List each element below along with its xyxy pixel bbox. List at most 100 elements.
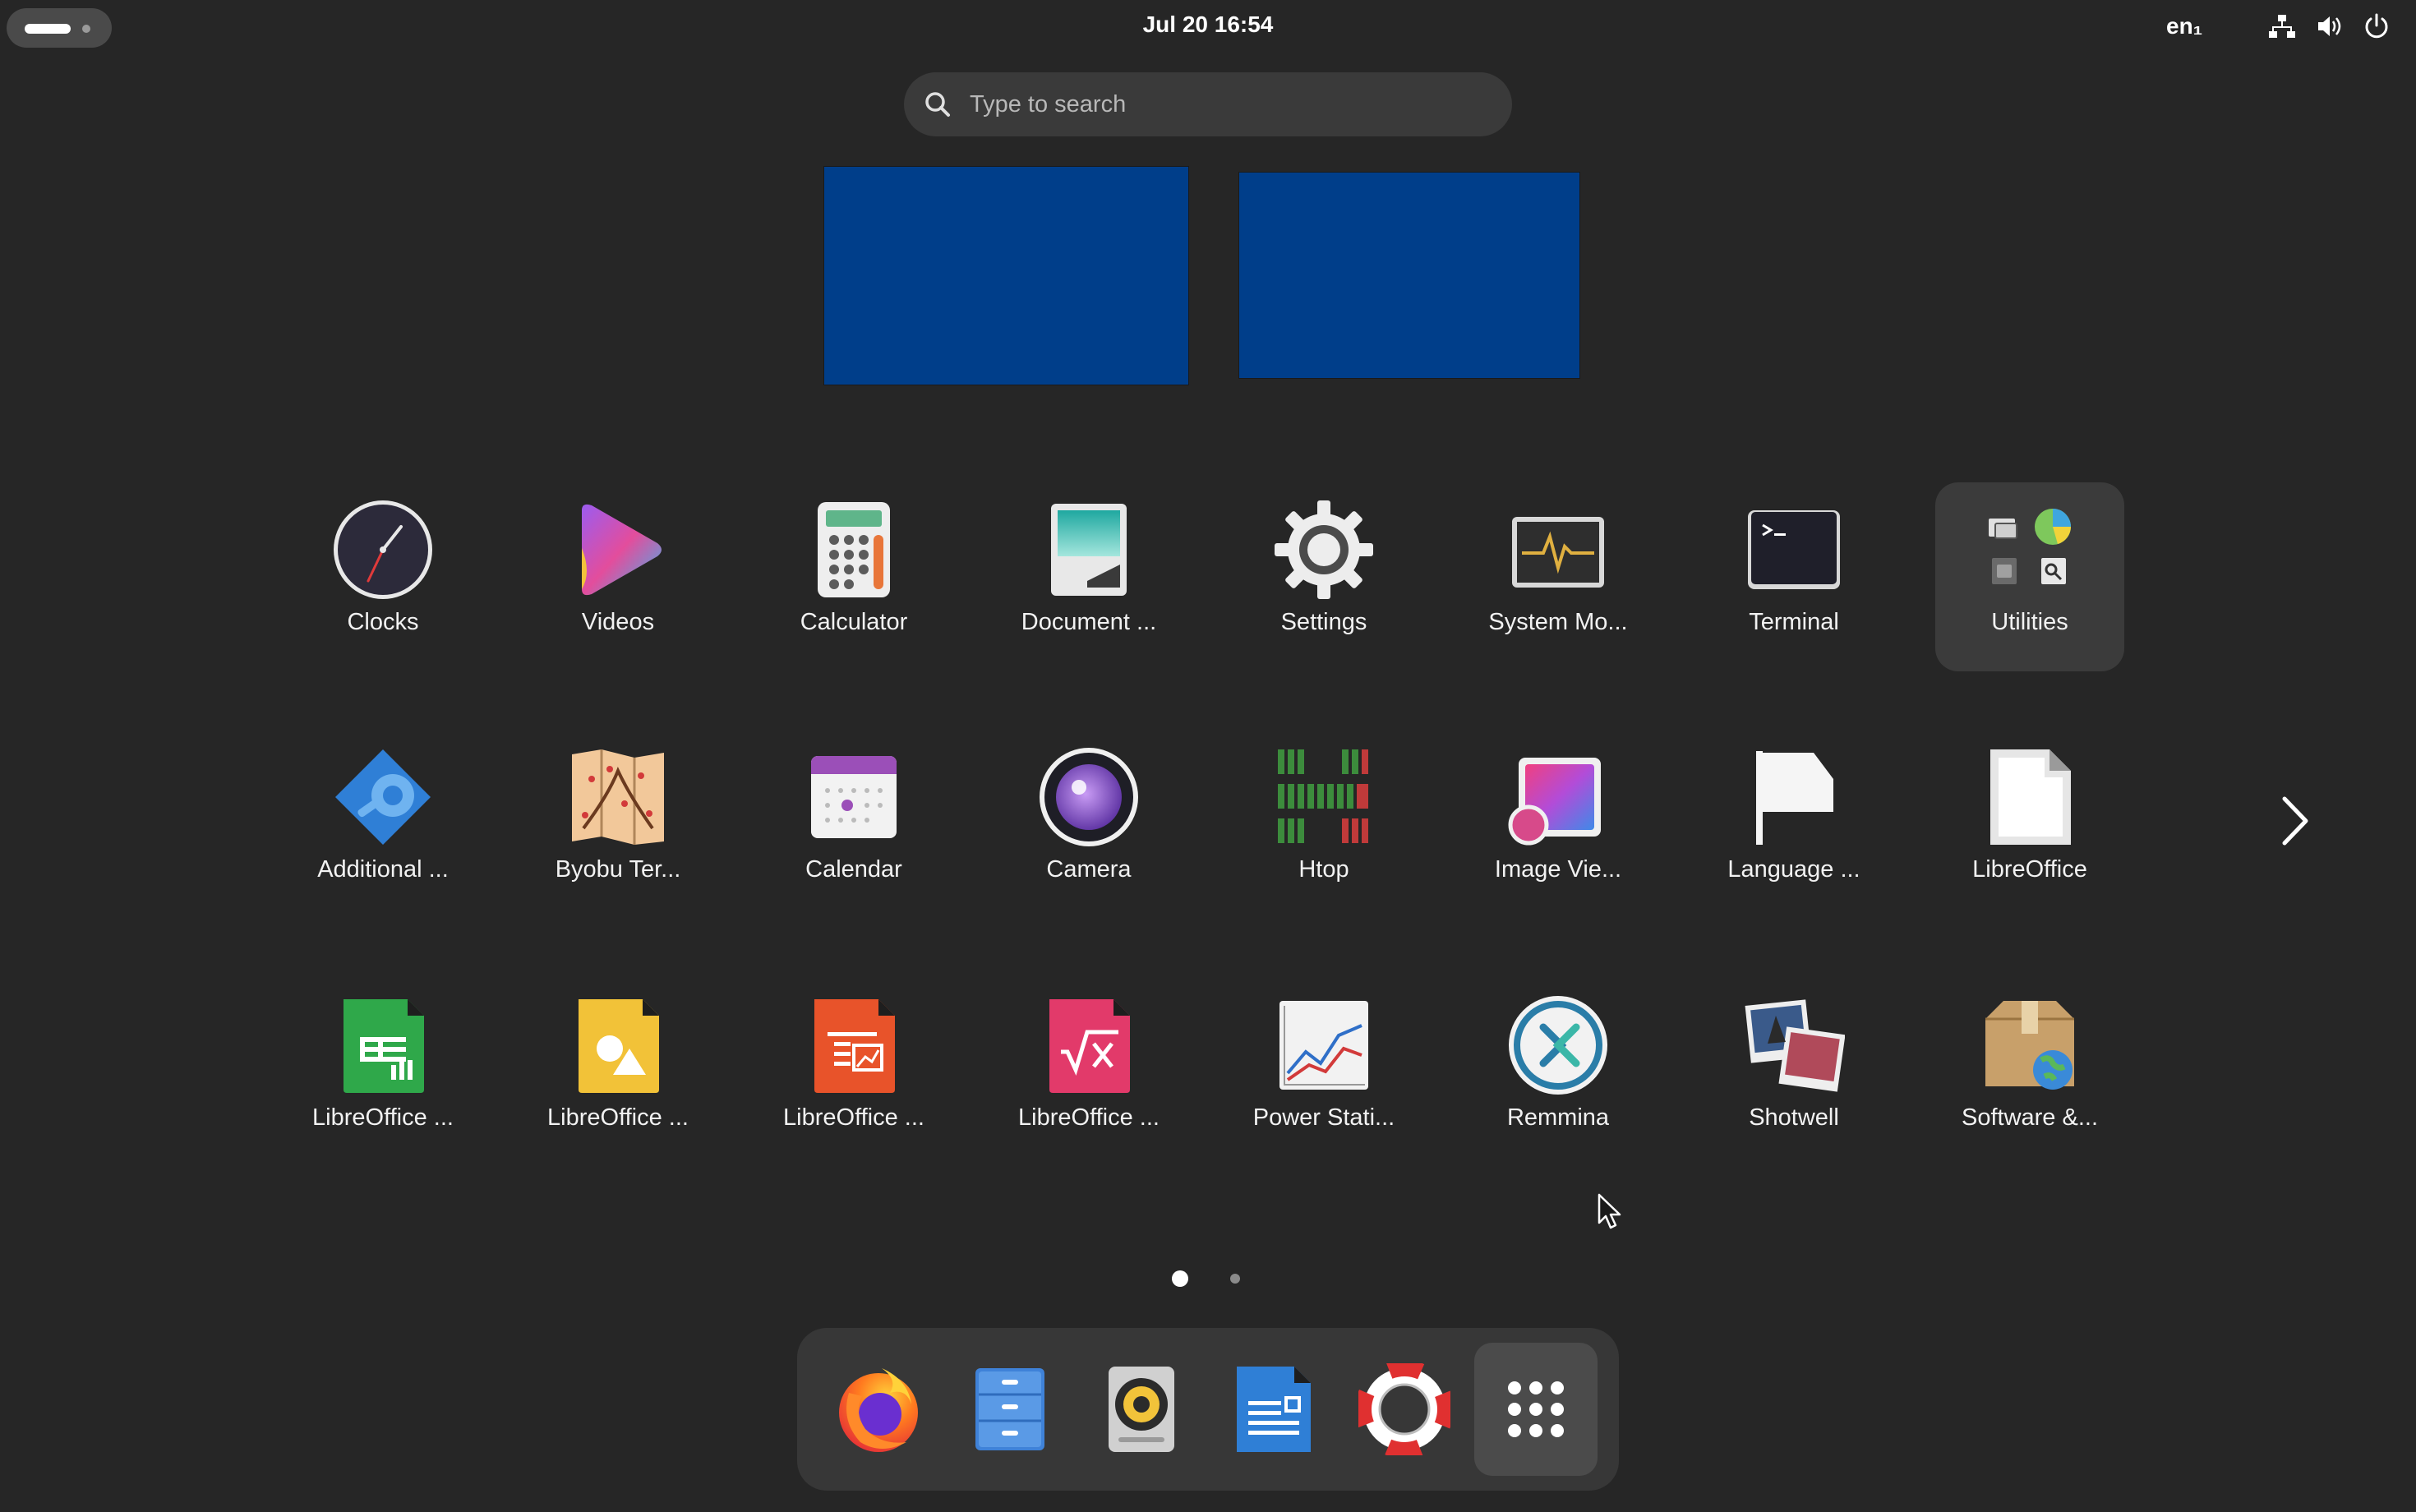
activities-button[interactable] xyxy=(7,8,112,48)
app-libreoffice-impress[interactable]: LibreOffice ... xyxy=(759,978,948,1167)
app-label: Camera xyxy=(1046,856,1132,883)
dock-rhythmbox[interactable] xyxy=(1080,1343,1203,1476)
app-label: Language ... xyxy=(1727,856,1860,883)
app-libreoffice-draw[interactable]: LibreOffice ... xyxy=(523,978,712,1167)
mouse-cursor-icon xyxy=(1598,1193,1621,1229)
app-clocks[interactable]: Clocks xyxy=(288,482,477,671)
app-grid-icon xyxy=(1508,1381,1564,1437)
workspace-thumbnail-1[interactable] xyxy=(824,167,1188,385)
app-label: Calculator xyxy=(800,609,908,635)
volume-icon[interactable] xyxy=(2316,12,2344,40)
app-label: LibreOffice ... xyxy=(783,1104,924,1131)
terminal-icon xyxy=(1748,510,1840,589)
chevron-right-icon[interactable] xyxy=(2276,794,2314,848)
app-label: System Mo... xyxy=(1488,609,1628,635)
app-htop[interactable]: Htop xyxy=(1229,730,1418,919)
inactive-workspace-indicator xyxy=(82,25,90,33)
app-shotwell[interactable]: Shotwell xyxy=(1699,978,1888,1167)
app-label: Settings xyxy=(1280,609,1367,635)
app-label: Calendar xyxy=(805,856,902,883)
software-updates-icon xyxy=(1985,1001,2074,1090)
libreoffice-calc-icon xyxy=(343,999,424,1093)
app-folder-utilities[interactable]: Utilities xyxy=(1935,482,2124,671)
shotwell-icon xyxy=(1745,999,1845,1092)
camera-icon xyxy=(1040,748,1138,846)
image-viewer-icon xyxy=(1508,758,1601,846)
app-label: Additional ... xyxy=(317,856,449,883)
app-additional-drivers[interactable]: Additional ... xyxy=(288,730,477,919)
app-label: Power Stati... xyxy=(1252,1104,1395,1131)
app-libreoffice-calc[interactable]: LibreOffice ... xyxy=(288,978,477,1167)
firefox-icon xyxy=(839,1368,918,1452)
libreoffice-impress-icon xyxy=(814,999,895,1093)
app-calculator[interactable]: Calculator xyxy=(759,482,948,671)
app-system-monitor[interactable]: System Mo... xyxy=(1464,482,1653,671)
app-settings[interactable]: Settings xyxy=(1229,482,1418,671)
additional-drivers-icon xyxy=(335,749,431,845)
app-videos[interactable]: Videos xyxy=(523,482,712,671)
dock-files[interactable] xyxy=(948,1343,1072,1476)
power-icon[interactable] xyxy=(2363,12,2391,40)
network-icon[interactable] xyxy=(2268,12,2296,40)
libreoffice-writer-icon xyxy=(1237,1367,1311,1452)
app-label: Image Vie... xyxy=(1494,856,1622,883)
app-camera[interactable]: Camera xyxy=(994,730,1183,919)
search-field[interactable]: Type to search xyxy=(904,72,1512,136)
page-indicator-1[interactable] xyxy=(1172,1270,1188,1287)
system-monitor-icon xyxy=(1512,517,1604,588)
clock[interactable]: Jul 20 16:54 xyxy=(1044,0,1372,51)
search-icon xyxy=(925,92,950,117)
app-power-statistics[interactable]: Power Stati... xyxy=(1229,978,1418,1167)
app-document-scanner[interactable]: Document ... xyxy=(994,482,1183,671)
libreoffice-math-icon xyxy=(1049,999,1130,1093)
app-label: Terminal xyxy=(1749,609,1839,635)
workspace-thumbnail-2[interactable] xyxy=(1239,173,1579,378)
flag-icon xyxy=(1756,751,1833,845)
document-scanner-icon xyxy=(1051,504,1127,596)
app-remmina[interactable]: Remmina xyxy=(1464,978,1653,1167)
calculator-icon xyxy=(818,502,890,597)
dock-firefox[interactable] xyxy=(817,1343,940,1476)
libreoffice-icon xyxy=(1990,749,2071,845)
app-label: Byobu Ter... xyxy=(555,856,681,883)
app-label: Document ... xyxy=(1021,609,1157,635)
libreoffice-draw-icon xyxy=(579,999,659,1093)
help-icon xyxy=(1358,1363,1450,1455)
show-apps-button[interactable] xyxy=(1474,1343,1598,1476)
app-label: Remmina xyxy=(1506,1104,1610,1131)
app-label: Htop xyxy=(1298,856,1349,883)
page-indicator-2[interactable] xyxy=(1230,1274,1240,1284)
app-byobu-terminal[interactable]: Byobu Ter... xyxy=(523,730,712,919)
clock-icon xyxy=(334,500,432,599)
gear-icon xyxy=(1275,500,1373,599)
htop-icon xyxy=(1278,749,1368,843)
app-image-viewer[interactable]: Image Vie... xyxy=(1464,730,1653,919)
app-libreoffice[interactable]: LibreOffice xyxy=(1935,730,2124,919)
app-calendar[interactable]: Calendar xyxy=(759,730,948,919)
videos-icon xyxy=(582,504,662,596)
dock-help[interactable] xyxy=(1343,1343,1466,1476)
app-terminal[interactable]: Terminal xyxy=(1699,482,1888,671)
keyboard-layout-indicator[interactable]: en₁ xyxy=(2166,0,2202,51)
app-libreoffice-math[interactable]: LibreOffice ... xyxy=(994,978,1183,1167)
app-label: Videos xyxy=(581,609,655,635)
app-label: Software &... xyxy=(1961,1104,2098,1131)
search-placeholder: Type to search xyxy=(970,91,1127,118)
top-bar: Jul 20 16:54 en₁ xyxy=(0,0,2416,51)
app-language-support[interactable]: Language ... xyxy=(1699,730,1888,919)
app-label: LibreOffice xyxy=(1972,856,2087,883)
app-label: LibreOffice ... xyxy=(312,1104,454,1131)
app-label: Shotwell xyxy=(1749,1104,1839,1131)
power-statistics-icon xyxy=(1279,1001,1368,1090)
remmina-icon xyxy=(1509,996,1607,1095)
app-label: Utilities xyxy=(1991,609,2068,635)
active-workspace-indicator xyxy=(25,24,71,34)
rhythmbox-icon xyxy=(1109,1367,1174,1452)
dock-libreoffice-writer[interactable] xyxy=(1211,1343,1335,1476)
app-label: Clocks xyxy=(347,609,419,635)
app-label: LibreOffice ... xyxy=(547,1104,689,1131)
app-software-updates[interactable]: Software &... xyxy=(1935,978,2124,1167)
utilities-folder-icon xyxy=(1989,509,2071,584)
calendar-icon xyxy=(811,756,897,838)
app-label: LibreOffice ... xyxy=(1018,1104,1160,1131)
